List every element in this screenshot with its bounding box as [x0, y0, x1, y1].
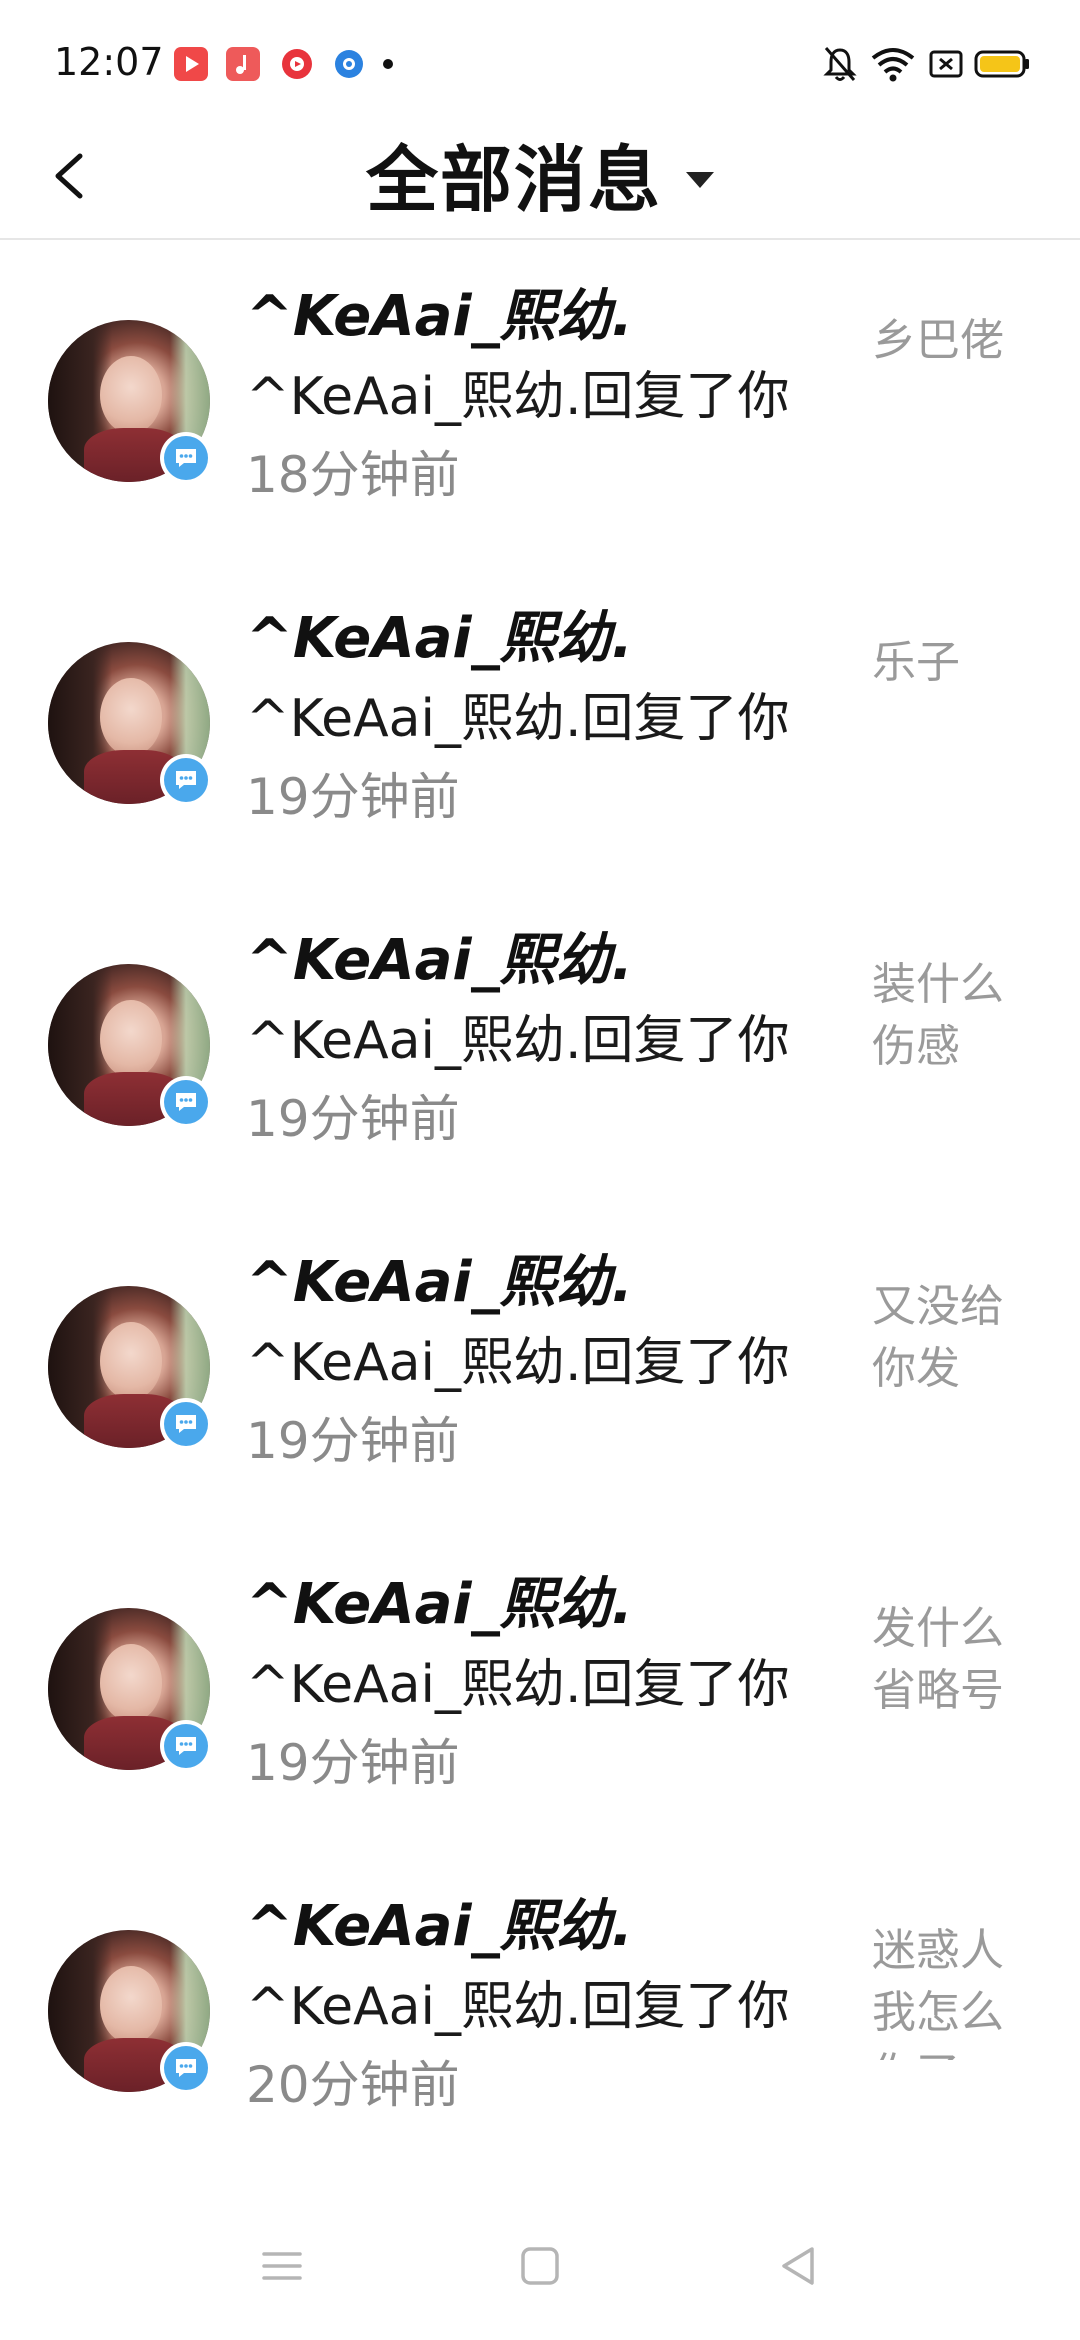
chevron-left-icon [55, 153, 83, 199]
comment-bubble-icon [176, 1415, 196, 1433]
message-item[interactable]: ^KeAai_熙幼. ^KeAai_熙幼.回复了你 19分钟前 又没给你发 [0, 1206, 1080, 1526]
sender-name[interactable]: ^KeAai_熙幼. [246, 1570, 633, 1640]
more-notifications-dot [383, 59, 393, 69]
message-time: 19分钟前 [246, 1734, 460, 1792]
back-nav-button[interactable] [758, 2226, 838, 2306]
comment-badge [160, 2042, 212, 2094]
comment-badge [160, 1398, 212, 1450]
sender-name[interactable]: ^KeAai_熙幼. [246, 1892, 633, 1962]
quoted-comment: 又没给你发 [872, 1281, 1004, 1394]
message-text: ^KeAai_熙幼.回复了你 [246, 1977, 790, 2037]
sender-name[interactable]: ^KeAai_熙幼. [246, 604, 633, 674]
message-item[interactable]: ^KeAai_熙幼. ^KeAai_熙幼.回复了你 18分钟前 乡巴佬 [0, 240, 1080, 560]
message-filter-dropdown[interactable]: 全部消息 [300, 130, 780, 230]
quoted-comment: 乡巴佬 [872, 315, 1004, 366]
quoted-comment: 发什么省略号 [872, 1603, 1004, 1716]
message-time: 19分钟前 [246, 1412, 460, 1470]
menu-nav-button[interactable] [242, 2226, 322, 2306]
message-item[interactable]: ^KeAai_熙幼. ^KeAai_熙幼.回复了你 19分钟前 乐子 [0, 562, 1080, 882]
home-nav-button[interactable] [500, 2226, 580, 2306]
comment-badge [160, 754, 212, 806]
sender-name[interactable]: ^KeAai_熙幼. [246, 282, 633, 352]
quoted-comment: 乐子 [872, 637, 960, 688]
comment-bubble-icon [176, 1093, 196, 1111]
quoted-comment: 装什么伤感 [872, 959, 1004, 1072]
comment-bubble-icon [176, 449, 196, 467]
wifi-icon [870, 44, 916, 88]
comment-bubble-icon [176, 771, 196, 789]
quoted-comment: 迷惑人我怎么你了 [872, 1925, 1004, 2060]
comment-badge [160, 1076, 212, 1128]
message-text: ^KeAai_熙幼.回复了你 [246, 1333, 790, 1393]
avatar[interactable] [48, 1930, 212, 2094]
message-time: 19分钟前 [246, 768, 460, 826]
caret-down-icon [686, 172, 714, 188]
avatar[interactable] [48, 320, 212, 484]
browser-app-icon [332, 47, 366, 81]
music-app-icon [226, 47, 260, 81]
home-square-icon [521, 2247, 559, 2285]
message-item[interactable]: ^KeAai_熙幼. ^KeAai_熙幼.回复了你 19分钟前 装什么伤感 [0, 884, 1080, 1204]
message-item[interactable]: ^KeAai_熙幼. ^KeAai_熙幼.回复了你 19分钟前 发什么省略号 [0, 1528, 1080, 1848]
back-triangle-icon [782, 2247, 814, 2285]
avatar[interactable] [48, 642, 212, 806]
message-text: ^KeAai_熙幼.回复了你 [246, 1011, 790, 1071]
back-button[interactable] [40, 136, 110, 216]
battery-icon [974, 44, 1030, 88]
status-bar: 12:07 [0, 0, 1080, 130]
player-app-icon [280, 47, 314, 81]
comment-badge [160, 1720, 212, 1772]
sender-name[interactable]: ^KeAai_熙幼. [246, 926, 633, 996]
message-text: ^KeAai_熙幼.回复了你 [246, 689, 790, 749]
sim-card-icon [928, 44, 964, 88]
header: 全部消息 [0, 130, 1080, 240]
comment-bubble-icon [176, 1737, 196, 1755]
mute-bell-icon [822, 44, 858, 88]
avatar[interactable] [48, 1608, 212, 1772]
message-text: ^KeAai_熙幼.回复了你 [246, 367, 790, 427]
page-title: 全部消息 [365, 138, 662, 222]
video-app-icon [174, 47, 208, 81]
comment-bubble-icon [176, 2059, 196, 2077]
comment-badge [160, 432, 212, 484]
message-text: ^KeAai_熙幼.回复了你 [246, 1655, 790, 1715]
avatar[interactable] [48, 1286, 212, 1450]
avatar[interactable] [48, 964, 212, 1128]
menu-icon [262, 2252, 302, 2280]
message-time: 20分钟前 [246, 2056, 460, 2114]
message-item[interactable]: ^KeAai_熙幼. ^KeAai_熙幼.回复了你 20分钟前 迷惑人我怎么你了 [0, 1850, 1080, 2170]
sender-name[interactable]: ^KeAai_熙幼. [246, 1248, 633, 1318]
message-time: 19分钟前 [246, 1090, 460, 1148]
status-time: 12:07 [54, 40, 164, 84]
message-list[interactable]: ^KeAai_熙幼. ^KeAai_熙幼.回复了你 18分钟前 乡巴佬 ^KeA… [0, 240, 1080, 2190]
system-nav-bar [0, 2190, 1080, 2340]
message-time: 18分钟前 [246, 446, 460, 504]
